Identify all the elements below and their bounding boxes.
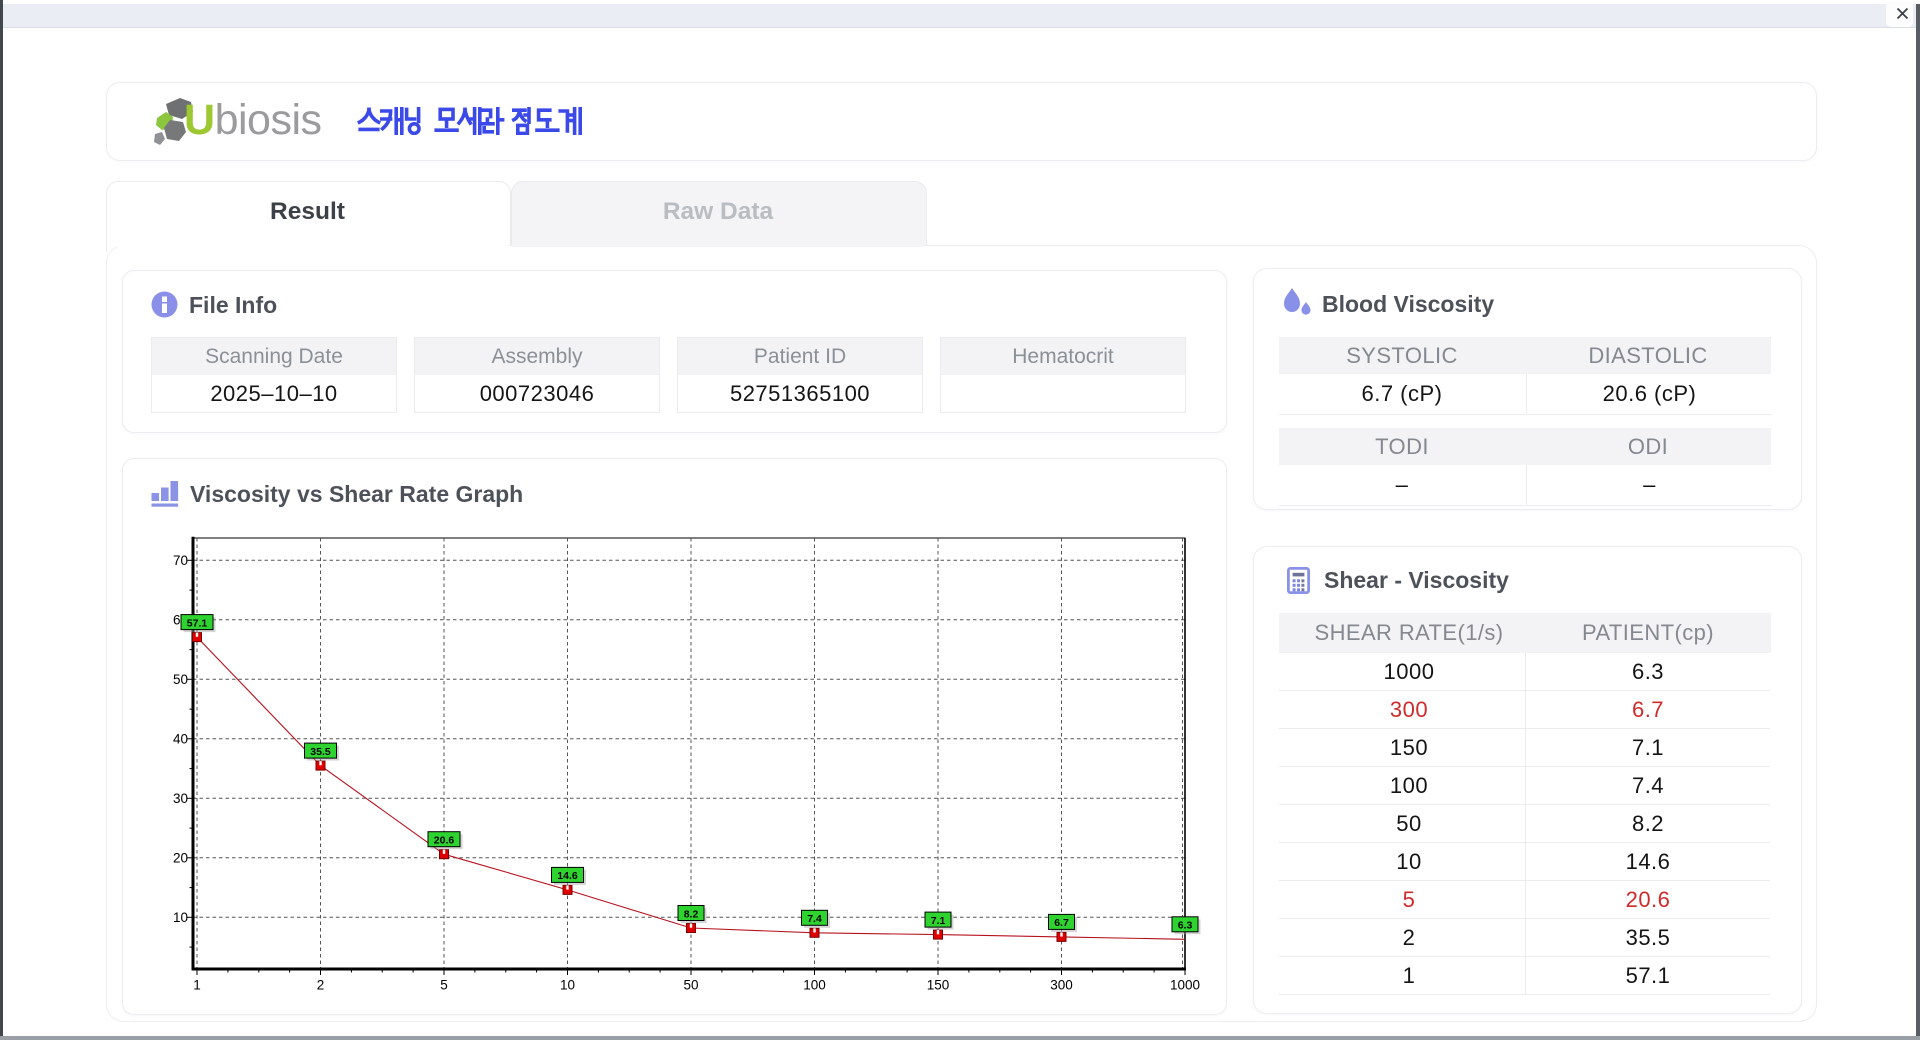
svg-text:6.3: 6.3 xyxy=(1178,920,1193,932)
svg-text:6.7: 6.7 xyxy=(1054,917,1069,929)
svg-text:70: 70 xyxy=(173,553,188,568)
svg-text:150: 150 xyxy=(927,978,950,993)
svg-text:7.1: 7.1 xyxy=(931,915,946,927)
svg-text:35.5: 35.5 xyxy=(310,746,331,758)
svg-text:20: 20 xyxy=(173,850,188,865)
svg-text:20.6: 20.6 xyxy=(434,835,455,847)
svg-text:300: 300 xyxy=(1050,978,1073,993)
svg-text:5: 5 xyxy=(440,978,448,993)
svg-text:8.2: 8.2 xyxy=(684,908,699,920)
svg-text:50: 50 xyxy=(683,978,698,993)
svg-text:10: 10 xyxy=(173,910,188,925)
svg-text:7.4: 7.4 xyxy=(807,913,822,925)
svg-text:1000: 1000 xyxy=(1170,978,1200,993)
svg-text:14.6: 14.6 xyxy=(557,870,578,882)
svg-text:2: 2 xyxy=(317,978,325,993)
svg-text:10: 10 xyxy=(560,978,575,993)
svg-text:40: 40 xyxy=(173,731,188,746)
svg-text:50: 50 xyxy=(173,672,188,687)
svg-text:57.1: 57.1 xyxy=(187,617,208,629)
svg-text:1: 1 xyxy=(193,978,201,993)
svg-text:30: 30 xyxy=(173,791,188,806)
svg-text:100: 100 xyxy=(803,978,826,993)
